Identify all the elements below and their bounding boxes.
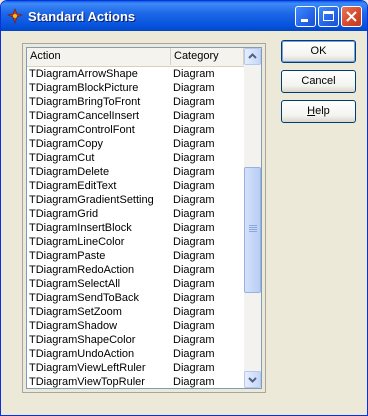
list-item[interactable]: TDiagramInsertBlock Diagram bbox=[27, 221, 244, 235]
list-item[interactable]: TDiagramCopy Diagram bbox=[27, 137, 244, 151]
list-item[interactable]: TDiagramControlFont Diagram bbox=[27, 123, 244, 137]
minimize-button[interactable] bbox=[295, 6, 316, 27]
action-category: Diagram bbox=[173, 152, 215, 164]
list-item[interactable]: TDiagramEditText Diagram bbox=[27, 179, 244, 193]
list-item[interactable]: TDiagramLineColor Diagram bbox=[27, 235, 244, 249]
list-item[interactable]: TDiagramCancelInsert Diagram bbox=[27, 109, 244, 123]
down-arrow-icon bbox=[248, 377, 257, 383]
list-rows: TDiagramArrowShape Diagram TDiagramBlockPi… bbox=[27, 67, 244, 388]
action-name: TDiagramDelete bbox=[29, 166, 110, 178]
action-name: TDiagramBringToFront bbox=[29, 96, 141, 108]
thumb-grip bbox=[249, 227, 257, 228]
action-category: Diagram bbox=[173, 236, 215, 248]
column-header-action[interactable]: Action bbox=[27, 48, 171, 65]
close-icon bbox=[346, 11, 357, 22]
action-category: Diagram bbox=[173, 166, 215, 178]
list-item[interactable]: TDiagramRedoAction Diagram bbox=[27, 263, 244, 277]
up-arrow-icon bbox=[248, 53, 257, 59]
action-name: TDiagramPaste bbox=[29, 250, 106, 262]
help-label: elp bbox=[315, 105, 330, 117]
action-name: TDiagramCopy bbox=[29, 138, 103, 150]
window-title: Standard Actions bbox=[28, 9, 136, 24]
action-name: TDiagramGradientSetting bbox=[29, 194, 154, 206]
action-category: Diagram bbox=[173, 264, 215, 276]
list-item[interactable]: TDiagramBlockPicture Diagram bbox=[27, 81, 244, 95]
action-category: Diagram bbox=[173, 110, 215, 122]
list-item[interactable]: TDiagramBringToFront Diagram bbox=[27, 95, 244, 109]
action-name: TDiagramShapeColor bbox=[29, 334, 136, 346]
action-name: TDiagramSelectAll bbox=[29, 278, 121, 290]
list-item[interactable]: TDiagramSelectAll Diagram bbox=[27, 277, 244, 291]
action-name: TDiagramSetZoom bbox=[29, 306, 122, 318]
action-name: TDiagramControlFont bbox=[29, 124, 135, 136]
list-item[interactable]: TDiagramViewLeftRuler Diagram bbox=[27, 361, 244, 375]
action-category: Diagram bbox=[173, 278, 215, 290]
list-item[interactable]: TDiagramUndoAction Diagram bbox=[27, 347, 244, 361]
standard-actions-dialog: Standard Actions Action Category TDiagra… bbox=[0, 0, 368, 416]
action-category: Diagram bbox=[173, 124, 215, 136]
scroll-down-button[interactable] bbox=[244, 371, 261, 388]
list-item[interactable]: TDiagramSendToBack Diagram bbox=[27, 291, 244, 305]
list-item[interactable]: TDiagramShadow Diagram bbox=[27, 319, 244, 333]
action-name: TDiagramViewTopRuler bbox=[29, 376, 145, 388]
action-name: TDiagramSendToBack bbox=[29, 292, 140, 304]
list-header: Action Category bbox=[27, 48, 244, 67]
action-name: TDiagramViewLeftRuler bbox=[29, 362, 146, 374]
action-name: TDiagramCut bbox=[29, 152, 95, 164]
scroll-thumb[interactable] bbox=[244, 167, 261, 293]
action-category: Diagram bbox=[173, 362, 215, 374]
action-name: TDiagramGrid bbox=[29, 208, 99, 220]
list-item[interactable]: TDiagramPaste Diagram bbox=[27, 249, 244, 263]
action-category: Diagram bbox=[173, 250, 215, 262]
action-category: Diagram bbox=[173, 68, 215, 80]
cancel-button[interactable]: Cancel bbox=[281, 70, 356, 93]
action-category: Diagram bbox=[173, 82, 215, 94]
list-item[interactable]: TDiagramSetZoom Diagram bbox=[27, 305, 244, 319]
thumb-grip bbox=[249, 225, 257, 226]
action-category: Diagram bbox=[173, 348, 215, 360]
thumb-grip bbox=[249, 231, 257, 232]
scroll-up-button[interactable] bbox=[244, 48, 261, 65]
action-name: TDiagramArrowShape bbox=[29, 68, 138, 80]
list-item[interactable]: TDiagramDelete Diagram bbox=[27, 165, 244, 179]
action-category: Diagram bbox=[173, 138, 215, 150]
help-accelerator: H bbox=[307, 105, 316, 117]
action-category: Diagram bbox=[173, 208, 215, 220]
maximize-icon bbox=[323, 11, 334, 21]
action-category: Diagram bbox=[173, 180, 215, 192]
close-button[interactable] bbox=[341, 6, 362, 27]
help-button[interactable]: Help bbox=[281, 100, 356, 123]
action-category: Diagram bbox=[173, 96, 215, 108]
action-category: Diagram bbox=[173, 376, 215, 388]
action-name: TDiagramLineColor bbox=[29, 236, 125, 248]
column-header-category[interactable]: Category bbox=[171, 48, 244, 65]
list-item[interactable]: TDiagramCut Diagram bbox=[27, 151, 244, 165]
list-item[interactable]: TDiagramArrowShape Diagram bbox=[27, 67, 244, 81]
action-name: TDiagramUndoAction bbox=[29, 348, 135, 360]
thumb-grip bbox=[249, 229, 257, 230]
list-item[interactable]: TDiagramViewTopRuler Diagram bbox=[27, 375, 244, 388]
minimize-icon bbox=[301, 19, 308, 22]
action-category: Diagram bbox=[173, 334, 215, 346]
delphi-app-icon bbox=[6, 8, 24, 24]
action-category: Diagram bbox=[173, 222, 215, 234]
title-bar[interactable]: Standard Actions bbox=[1, 1, 367, 31]
list-item[interactable]: TDiagramGrid Diagram bbox=[27, 207, 244, 221]
list-item[interactable]: TDiagramGradientSetting Diagram bbox=[27, 193, 244, 207]
action-name: TDiagramEditText bbox=[29, 180, 117, 192]
action-name: TDiagramCancelInsert bbox=[29, 110, 140, 122]
action-category: Diagram bbox=[173, 194, 215, 206]
ok-button[interactable]: OK bbox=[281, 40, 356, 63]
actions-list[interactable]: Action Category TDiagramArrowShape Diagra… bbox=[26, 47, 262, 389]
list-item[interactable]: TDiagramShapeColor Diagram bbox=[27, 333, 244, 347]
action-name: TDiagramInsertBlock bbox=[29, 222, 132, 234]
action-name: TDiagramRedoAction bbox=[29, 264, 135, 276]
action-name: TDiagramShadow bbox=[29, 320, 118, 332]
maximize-button[interactable] bbox=[318, 6, 339, 27]
vertical-scrollbar[interactable] bbox=[244, 48, 261, 388]
action-name: TDiagramBlockPicture bbox=[29, 82, 139, 94]
action-category: Diagram bbox=[173, 320, 215, 332]
action-category: Diagram bbox=[173, 306, 215, 318]
action-category: Diagram bbox=[173, 292, 215, 304]
